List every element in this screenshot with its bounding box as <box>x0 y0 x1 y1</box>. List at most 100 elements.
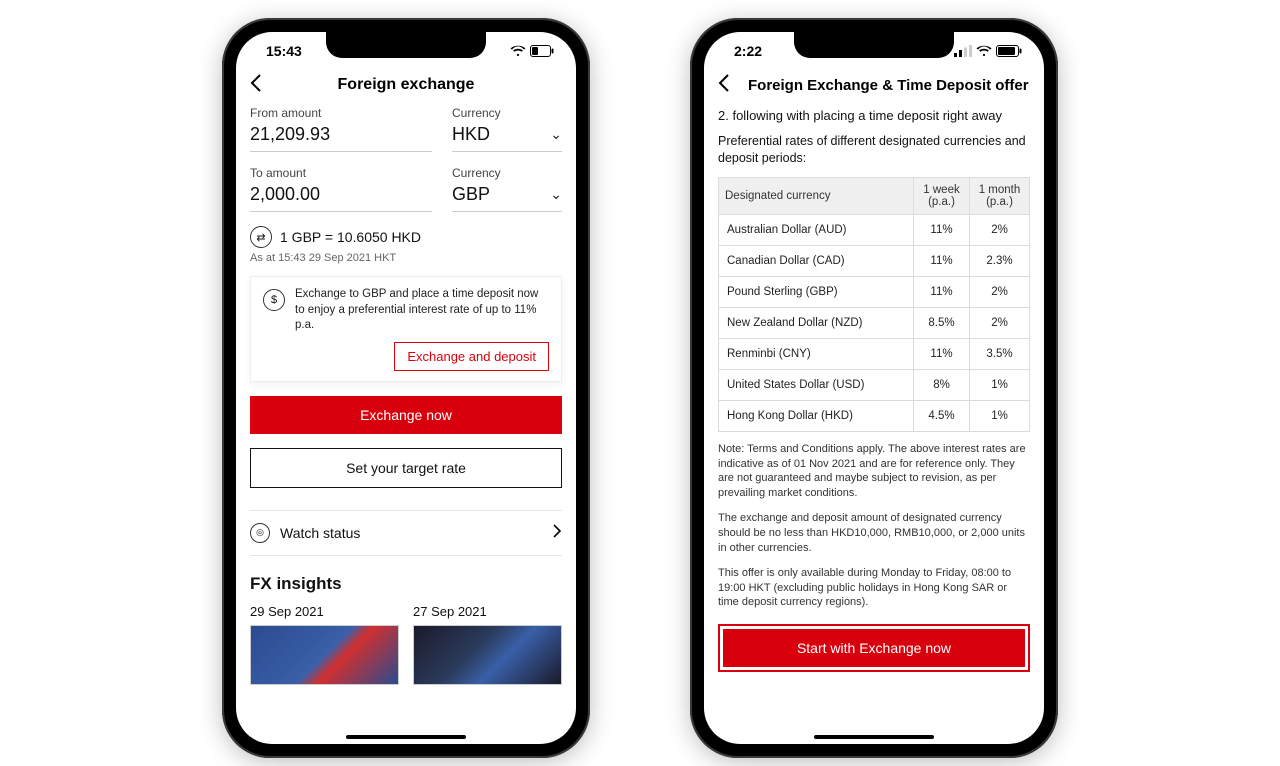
chevron-left-icon <box>718 74 730 92</box>
from-currency-value: HKD <box>452 124 490 145</box>
status-time: 15:43 <box>266 43 302 59</box>
table-row: Australian Dollar (AUD)11%2% <box>719 214 1030 245</box>
watch-status-label: Watch status <box>280 525 360 541</box>
exchange-now-button[interactable]: Exchange now <box>250 396 562 434</box>
table-row: Hong Kong Dollar (HKD)4.5%1% <box>719 400 1030 431</box>
exchange-and-deposit-link[interactable]: Exchange and deposit <box>394 342 549 371</box>
exchange-rate-text: 1 GBP = 10.6050 HKD <box>280 229 421 245</box>
screen: 15:43 Foreign exchange From amount 21,20… <box>236 32 576 744</box>
nav-title: Foreign Exchange & Time Deposit offer <box>744 77 1030 94</box>
insight-thumbnail <box>250 625 399 685</box>
insight-date: 29 Sep 2021 <box>250 604 399 619</box>
insight-date: 27 Sep 2021 <box>413 604 562 619</box>
swap-icon[interactable]: ⇄ <box>250 226 272 248</box>
to-currency-field[interactable]: Currency GBP ⌄ <box>452 166 562 212</box>
watch-status-row[interactable]: ◎ Watch status <box>250 510 562 556</box>
rate-1week-cell: 8.5% <box>914 307 970 338</box>
to-currency-value: GBP <box>452 184 490 205</box>
table-row: Renminbi (CNY)11%3.5% <box>719 338 1030 369</box>
table-row: Pound Sterling (GBP)11%2% <box>719 276 1030 307</box>
phone-mockup-right: 2:22 Foreign Exchange & Time Deposit off… <box>690 18 1058 758</box>
to-amount-field[interactable]: To amount 2,000.00 <box>250 166 432 212</box>
chevron-right-icon <box>553 524 562 541</box>
from-currency-label: Currency <box>452 106 562 120</box>
status-time: 2:22 <box>734 43 762 59</box>
intro-text: 2. following with placing a time deposit… <box>718 108 1030 123</box>
notch <box>794 32 954 58</box>
nav-title: Foreign exchange <box>250 76 562 94</box>
battery-icon <box>530 45 554 57</box>
table-header: Designated currency <box>719 177 914 214</box>
table-header: 1 month (p.a.) <box>970 177 1030 214</box>
from-row: From amount 21,209.93 Currency HKD ⌄ <box>250 106 562 152</box>
rates-table: Designated currency 1 week (p.a.) 1 mont… <box>718 177 1030 432</box>
target-icon: ◎ <box>250 523 270 543</box>
nav-bar: Foreign Exchange & Time Deposit offer <box>704 70 1044 106</box>
currency-cell: Australian Dollar (AUD) <box>719 214 914 245</box>
cta-highlight: Start with Exchange now <box>718 624 1030 672</box>
table-header-row: Designated currency 1 week (p.a.) 1 mont… <box>719 177 1030 214</box>
screen: 2:22 Foreign Exchange & Time Deposit off… <box>704 32 1044 744</box>
to-row: To amount 2,000.00 Currency GBP ⌄ <box>250 166 562 212</box>
back-button[interactable] <box>718 74 744 96</box>
refresh-dollar-icon: $ <box>263 289 285 311</box>
to-amount-value: 2,000.00 <box>250 182 432 212</box>
currency-cell: United States Dollar (USD) <box>719 369 914 400</box>
availability-note: This offer is only available during Mond… <box>718 566 1030 611</box>
fx-insights-heading: FX insights <box>250 574 562 594</box>
promo-text: Exchange to GBP and place a time deposit… <box>295 287 549 334</box>
phone-mockup-left: 15:43 Foreign exchange From amount 21,20… <box>222 18 590 758</box>
rate-1week-cell: 11% <box>914 245 970 276</box>
from-currency-field[interactable]: Currency HKD ⌄ <box>452 106 562 152</box>
insight-card[interactable]: 29 Sep 2021 <box>250 604 399 685</box>
status-icons <box>954 45 1022 57</box>
nav-bar: Foreign exchange <box>236 70 576 106</box>
rate-1month-cell: 2% <box>970 276 1030 307</box>
table-header: 1 week (p.a.) <box>914 177 970 214</box>
content: From amount 21,209.93 Currency HKD ⌄ To … <box>236 106 576 744</box>
rate-1week-cell: 11% <box>914 214 970 245</box>
rate-1month-cell: 3.5% <box>970 338 1030 369</box>
start-exchange-button[interactable]: Start with Exchange now <box>723 629 1025 667</box>
insight-card[interactable]: 27 Sep 2021 <box>413 604 562 685</box>
home-indicator <box>814 735 934 739</box>
table-row: United States Dollar (USD)8%1% <box>719 369 1030 400</box>
wifi-icon <box>510 45 526 57</box>
currency-cell: Renminbi (CNY) <box>719 338 914 369</box>
table-row: New Zealand Dollar (NZD)8.5%2% <box>719 307 1030 338</box>
rate-1month-cell: 2.3% <box>970 245 1030 276</box>
status-icons <box>510 45 554 57</box>
insight-thumbnail <box>413 625 562 685</box>
rate-1week-cell: 8% <box>914 369 970 400</box>
rate-timestamp: As at 15:43 29 Sep 2021 HKT <box>250 252 562 264</box>
home-indicator <box>346 735 466 739</box>
currency-cell: Hong Kong Dollar (HKD) <box>719 400 914 431</box>
rate-1week-cell: 11% <box>914 276 970 307</box>
notch <box>326 32 486 58</box>
content: 2. following with placing a time deposit… <box>704 106 1044 744</box>
chevron-down-icon: ⌄ <box>550 186 562 203</box>
wifi-icon <box>976 45 992 57</box>
rate-1month-cell: 1% <box>970 400 1030 431</box>
set-target-rate-button[interactable]: Set your target rate <box>250 448 562 488</box>
currency-cell: Pound Sterling (GBP) <box>719 276 914 307</box>
battery-icon <box>996 45 1022 57</box>
cellular-icon <box>954 45 972 57</box>
rate-1month-cell: 1% <box>970 369 1030 400</box>
to-amount-label: To amount <box>250 166 432 180</box>
rate-1week-cell: 11% <box>914 338 970 369</box>
currency-cell: Canadian Dollar (CAD) <box>719 245 914 276</box>
to-currency-label: Currency <box>452 166 562 180</box>
rate-1month-cell: 2% <box>970 307 1030 338</box>
chevron-down-icon: ⌄ <box>550 126 562 143</box>
from-amount-field[interactable]: From amount 21,209.93 <box>250 106 432 152</box>
exchange-rate-row: ⇄ 1 GBP = 10.6050 HKD <box>250 226 562 248</box>
subheading: Preferential rates of different designat… <box>718 133 1030 167</box>
terms-note: Note: Terms and Conditions apply. The ab… <box>718 442 1030 501</box>
promo-card: $ Exchange to GBP and place a time depos… <box>250 276 562 382</box>
rate-1week-cell: 4.5% <box>914 400 970 431</box>
amount-note: The exchange and deposit amount of desig… <box>718 511 1030 556</box>
table-row: Canadian Dollar (CAD)11%2.3% <box>719 245 1030 276</box>
currency-cell: New Zealand Dollar (NZD) <box>719 307 914 338</box>
rate-1month-cell: 2% <box>970 214 1030 245</box>
